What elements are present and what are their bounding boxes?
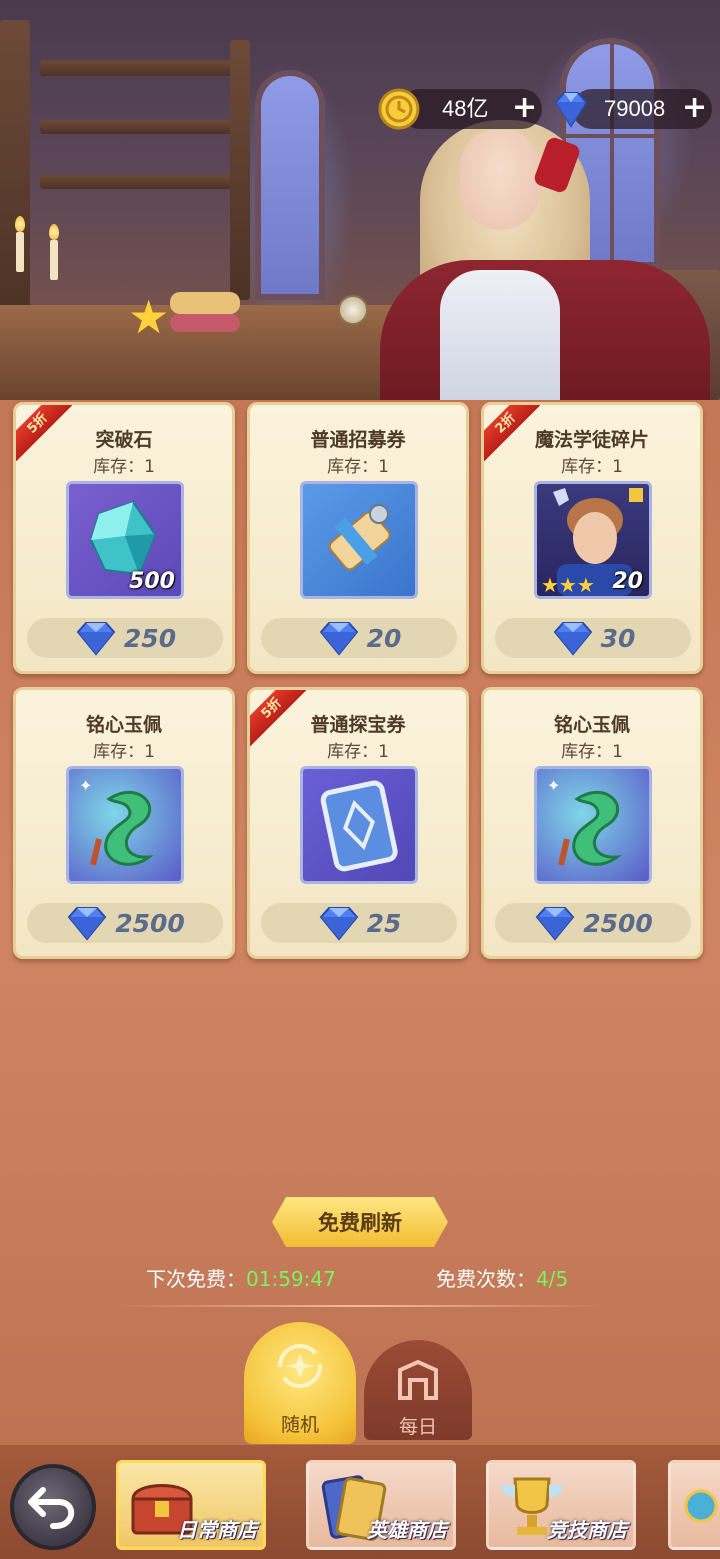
nav-arena-shop-label: 竞技商店 [547,1518,627,1542]
nav-hero-shop[interactable]: 英雄商店 [306,1460,456,1550]
refresh-cycle-icon [278,1344,322,1388]
buy-price-button[interactable]: 2500 [27,903,223,943]
diamond-icon [319,622,358,656]
crystal-stone-icon: 500 [66,481,184,599]
buy-price-button[interactable]: 30 [495,618,691,658]
treasure-card-icon [300,766,418,884]
diamond-icon [535,907,575,941]
buy-price-button[interactable]: 20 [261,618,457,658]
diamond-icon [67,907,107,941]
gold-add-button[interactable]: + [512,88,537,128]
hero-shard-icon: ★★★ 20 [534,481,652,599]
jade-pendant-icon: ✦ [534,766,652,884]
price-value: 20 [366,623,402,653]
price-value: 30 [600,623,636,653]
item-name: 铭心玉佩 [85,714,162,736]
shop-item-card[interactable]: 普通招募券 库存：1 20 [247,402,469,674]
item-stock: 库存：1 [93,457,155,477]
shop-background-scene: ★ [0,0,720,400]
tab-random[interactable]: 随机 [244,1322,356,1444]
next-free-label: 下次免费： [146,1267,246,1291]
item-name: 突破石 [95,429,153,451]
item-name: 铭心玉佩 [553,714,630,736]
gate-icon [398,1360,438,1400]
compass-icon [684,1489,718,1523]
next-free-timer: 下次免费：01:59:47 [146,1263,336,1292]
svg-text:✦: ✦ [547,776,560,795]
diamond-icon [553,622,592,656]
item-stock: 库存：1 [327,742,389,762]
back-arrow-icon [28,1487,75,1529]
shop-item-card[interactable]: 铭心玉佩 库存：1 ✦ 2500 [481,687,703,959]
nav-daily-shop[interactable]: 日常商店 [116,1460,266,1550]
diamond-icon [319,907,358,941]
nav-arena-shop[interactable]: 竞技商店 [486,1460,636,1550]
shop-item-card[interactable]: 铭心玉佩 库存：1 ✦ 2500 [13,687,235,959]
section-divider [110,1305,610,1307]
diamond-amount: 79008 [604,96,666,121]
item-quantity: 500 [129,569,175,594]
buy-price-button[interactable]: 2500 [495,903,691,943]
price-value: 250 [123,623,177,653]
diamond-icon [76,622,116,656]
shop-item-card[interactable]: 5折 突破石 库存：1 500 250 [13,402,235,674]
nav-hero-shop-label: 英雄商店 [367,1518,447,1542]
price-value: 2500 [115,908,185,938]
nav-daily-shop-label: 日常商店 [177,1518,257,1542]
scroll-ticket-icon [300,481,418,599]
item-name: 魔法学徒碎片 [534,429,649,451]
tab-random-label: 随机 [280,1414,319,1436]
gold-amount: 48亿 [442,96,489,121]
gold-coin-icon [378,88,420,130]
shop-item-card[interactable]: 5折 普通探宝券 库存：1 25 [247,687,469,959]
item-stock: 库存：1 [561,742,623,762]
buy-price-button[interactable]: 250 [27,618,223,658]
jade-pendant-icon: ✦ [66,766,184,884]
svg-text:★★★: ★★★ [541,573,595,596]
item-stock: 库存：1 [93,742,155,762]
diamond-icon [554,92,588,128]
nav-extra-shop[interactable] [668,1460,720,1550]
item-stock: 库存：1 [561,457,623,477]
tab-daily-label: 每日 [398,1416,437,1438]
item-name: 普通招募券 [310,429,406,451]
item-name: 普通探宝券 [310,714,406,736]
item-quantity: 20 [612,569,643,594]
price-value: 25 [366,908,402,938]
free-count-row: 免费次数：4/5 [436,1263,568,1292]
back-button[interactable] [10,1464,96,1550]
next-free-time: 01:59:47 [246,1267,336,1291]
shop-item-card[interactable]: 2折 魔法学徒碎片 库存：1 ★★★ 20 30 [481,402,703,674]
price-value: 2500 [583,908,653,938]
free-count-label: 免费次数： [436,1267,536,1291]
svg-text:✦: ✦ [79,776,92,795]
tab-daily[interactable]: 每日 [364,1340,472,1440]
item-stock: 库存：1 [327,457,389,477]
free-count-value: 4/5 [536,1267,569,1291]
pocket-watch-icon [338,295,368,325]
diamond-add-button[interactable]: + [682,88,707,128]
buy-price-button[interactable]: 25 [261,903,457,943]
free-refresh-button[interactable]: 免费刷新 [272,1197,448,1247]
